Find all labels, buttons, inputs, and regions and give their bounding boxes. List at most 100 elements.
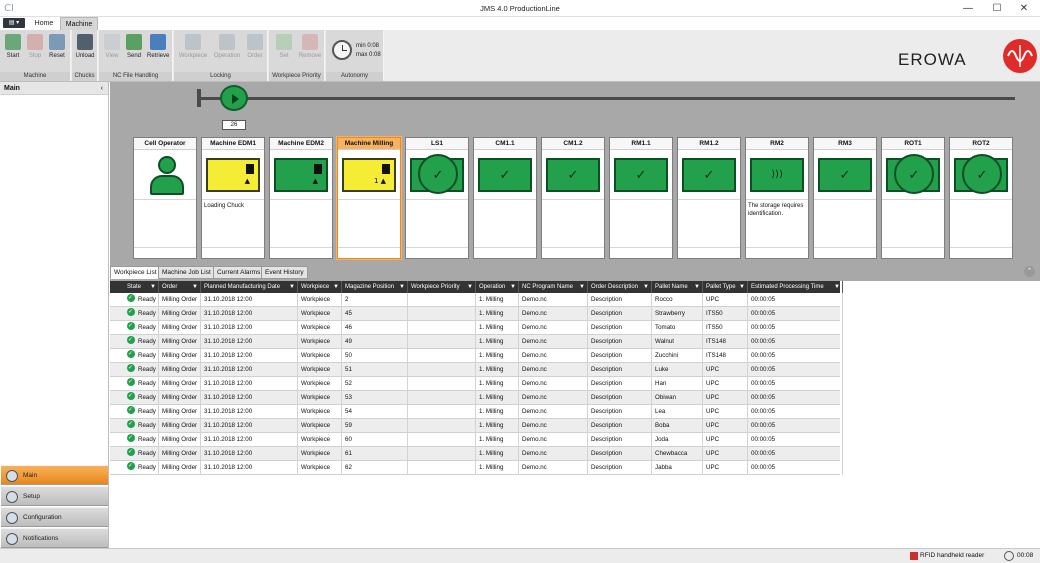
filter-icon[interactable]: ▼ — [643, 281, 649, 293]
filter-icon[interactable]: ▼ — [510, 281, 516, 293]
view-button[interactable]: View — [101, 32, 123, 70]
table-cell: Milling Order — [159, 349, 201, 363]
table-cell: 00:00:05 — [748, 349, 843, 363]
play-icon[interactable] — [220, 85, 248, 111]
station-rot2[interactable]: ROT2 ✓ — [949, 137, 1013, 259]
column-header[interactable]: Planned Manufacturing Date ▼ — [201, 281, 298, 293]
table-row[interactable]: ReadyMilling Order31.10.2018 12:00Workpi… — [110, 461, 843, 475]
ready-check-icon — [127, 377, 135, 389]
minimize-button[interactable]: — — [954, 0, 982, 17]
table-row[interactable]: ReadyMilling Order31.10.2018 12:00Workpi… — [110, 419, 843, 433]
workpiece-lock-icon — [185, 34, 201, 50]
station-rm2[interactable]: RM2 ))) The storage requires identificat… — [745, 137, 809, 259]
table-row[interactable]: ReadyMilling Order31.10.2018 12:00Workpi… — [110, 349, 843, 363]
column-header[interactable]: Pallet Name ▼ — [652, 281, 703, 293]
filter-icon[interactable]: ▼ — [739, 281, 745, 293]
column-header[interactable]: Magazine Position ▼ — [342, 281, 408, 293]
column-header[interactable]: Workpiece Priority ▼ — [408, 281, 476, 293]
send-button[interactable]: Send — [123, 32, 145, 70]
table-row[interactable]: ReadyMilling Order31.10.2018 12:00Workpi… — [110, 405, 843, 419]
machine-ready-icon: ▲ — [274, 158, 328, 192]
column-header[interactable]: Pallet Type ▼ — [703, 281, 748, 293]
ribbon-group-autonomy: min 0:08 max 0:08 Autonomy — [326, 30, 384, 81]
tab-event-history[interactable]: Event History — [261, 266, 308, 279]
table-row[interactable]: ReadyMilling Order31.10.2018 12:00Workpi… — [110, 321, 843, 335]
column-header[interactable]: NC Program Name ▼ — [519, 281, 588, 293]
table-cell: 50 — [342, 349, 408, 363]
tab-machine[interactable]: Machine — [60, 17, 98, 31]
table-row[interactable]: ReadyMilling Order31.10.2018 12:00Workpi… — [110, 433, 843, 447]
filter-icon[interactable]: ▼ — [192, 281, 198, 293]
nav-main[interactable]: Main — [1, 465, 108, 485]
table-row[interactable]: ReadyMilling Order31.10.2018 12:00Workpi… — [110, 377, 843, 391]
table-cell: 49 — [342, 335, 408, 349]
table-row[interactable]: ReadyMilling Order31.10.2018 12:00Workpi… — [110, 391, 843, 405]
check-icon: ✓ — [894, 154, 934, 194]
filter-icon[interactable]: ▼ — [399, 281, 405, 293]
nav-setup[interactable]: Setup — [1, 486, 108, 506]
table-cell: 59 — [342, 419, 408, 433]
table-row[interactable]: ReadyMilling Order31.10.2018 12:00Workpi… — [110, 335, 843, 349]
tab-machine-job-list[interactable]: Machine Job List — [158, 266, 215, 279]
reset-button[interactable]: Reset — [46, 32, 68, 70]
filter-icon[interactable]: ▼ — [467, 281, 473, 293]
nav-notifications[interactable]: Notifications — [1, 528, 108, 548]
table-cell: 1. Milling — [476, 433, 519, 447]
filter-icon[interactable]: ▼ — [289, 281, 295, 293]
nav-configuration[interactable]: Configuration — [1, 507, 108, 527]
station-cm1-1[interactable]: CM1.1 ✓ — [473, 137, 537, 259]
station-cell-operator[interactable]: Cell Operator — [133, 137, 197, 259]
table-cell: Milling Order — [159, 293, 201, 307]
remove-priority-button[interactable]: Remove — [297, 32, 323, 70]
maximize-button[interactable]: ☐ — [983, 0, 1011, 17]
station-machine-edm1[interactable]: Machine EDM1 ▲ Loading Chuck — [201, 137, 265, 259]
filter-icon[interactable]: ▼ — [333, 281, 339, 293]
tab-home[interactable]: Home — [29, 17, 59, 30]
filter-icon[interactable]: ▼ — [579, 281, 585, 293]
station-machine-edm2[interactable]: Machine EDM2 ▲ — [269, 137, 333, 259]
lock-operation-button[interactable]: Operation — [212, 32, 242, 70]
collapse-nav-button[interactable]: ‹ — [101, 82, 103, 95]
start-button[interactable]: Start — [2, 32, 24, 70]
station-machine-milling[interactable]: Machine Milling 1 ▲ — [337, 137, 401, 259]
ribbon-group-label: Locking — [174, 72, 267, 81]
table-row[interactable]: ReadyMilling Order31.10.2018 12:00Workpi… — [110, 293, 843, 307]
table-cell: Workpiece — [298, 307, 342, 321]
lock-order-button[interactable]: Order — [244, 32, 266, 70]
tab-workpiece-list[interactable]: Workpiece List — [110, 266, 161, 279]
app-menu-button[interactable]: ▤ ▾ — [3, 18, 25, 28]
tab-current-alarms[interactable]: Current Alarms — [213, 266, 265, 279]
station-cm1-2[interactable]: CM1.2 ✓ — [541, 137, 605, 259]
reset-gear-icon — [49, 34, 65, 50]
station-rot1[interactable]: ROT1 ✓ — [881, 137, 945, 259]
column-header[interactable]: Order ▼ — [159, 281, 201, 293]
table-cell: Milling Order — [159, 321, 201, 335]
column-header[interactable]: Estimated Processing Time ▼ — [748, 281, 843, 293]
filter-icon[interactable]: ▼ — [694, 281, 700, 293]
column-header[interactable]: Operation ▼ — [476, 281, 519, 293]
station-rm3[interactable]: RM3 ✓ — [813, 137, 877, 259]
table-cell: Demo.nc — [519, 433, 588, 447]
station-rm1-2[interactable]: RM1.2 ✓ — [677, 137, 741, 259]
table-row[interactable]: ReadyMilling Order31.10.2018 12:00Workpi… — [110, 363, 843, 377]
unload-button[interactable]: Unload — [74, 32, 96, 70]
table-row[interactable]: ReadyMilling Order31.10.2018 12:00Workpi… — [110, 447, 843, 461]
lock-workpiece-button[interactable]: Workpiece — [178, 32, 208, 70]
stop-button[interactable]: Stop — [24, 32, 46, 70]
set-priority-button[interactable]: Set — [273, 32, 295, 70]
station-ls1[interactable]: LS1 ✓ — [405, 137, 469, 259]
collapse-grid-icon[interactable]: ⌃ — [1024, 266, 1035, 277]
start-gear-icon — [5, 34, 21, 50]
filter-icon[interactable]: ▼ — [150, 281, 156, 293]
rfid-status[interactable]: RFID handheld reader — [920, 552, 984, 559]
column-header[interactable]: Order Description ▼ — [588, 281, 652, 293]
table-cell: Ready — [124, 321, 159, 335]
station-rm1-1[interactable]: RM1.1 ✓ — [609, 137, 673, 259]
table-row[interactable]: ReadyMilling Order31.10.2018 12:00Workpi… — [110, 307, 843, 321]
retrieve-button[interactable]: Retrieve — [147, 32, 169, 70]
table-cell: Boba — [652, 419, 703, 433]
column-header[interactable]: Workpiece ▼ — [298, 281, 342, 293]
column-header[interactable]: State ▼ — [124, 281, 159, 293]
filter-icon[interactable]: ▼ — [834, 281, 840, 293]
close-button[interactable]: ✕ — [1010, 0, 1038, 17]
